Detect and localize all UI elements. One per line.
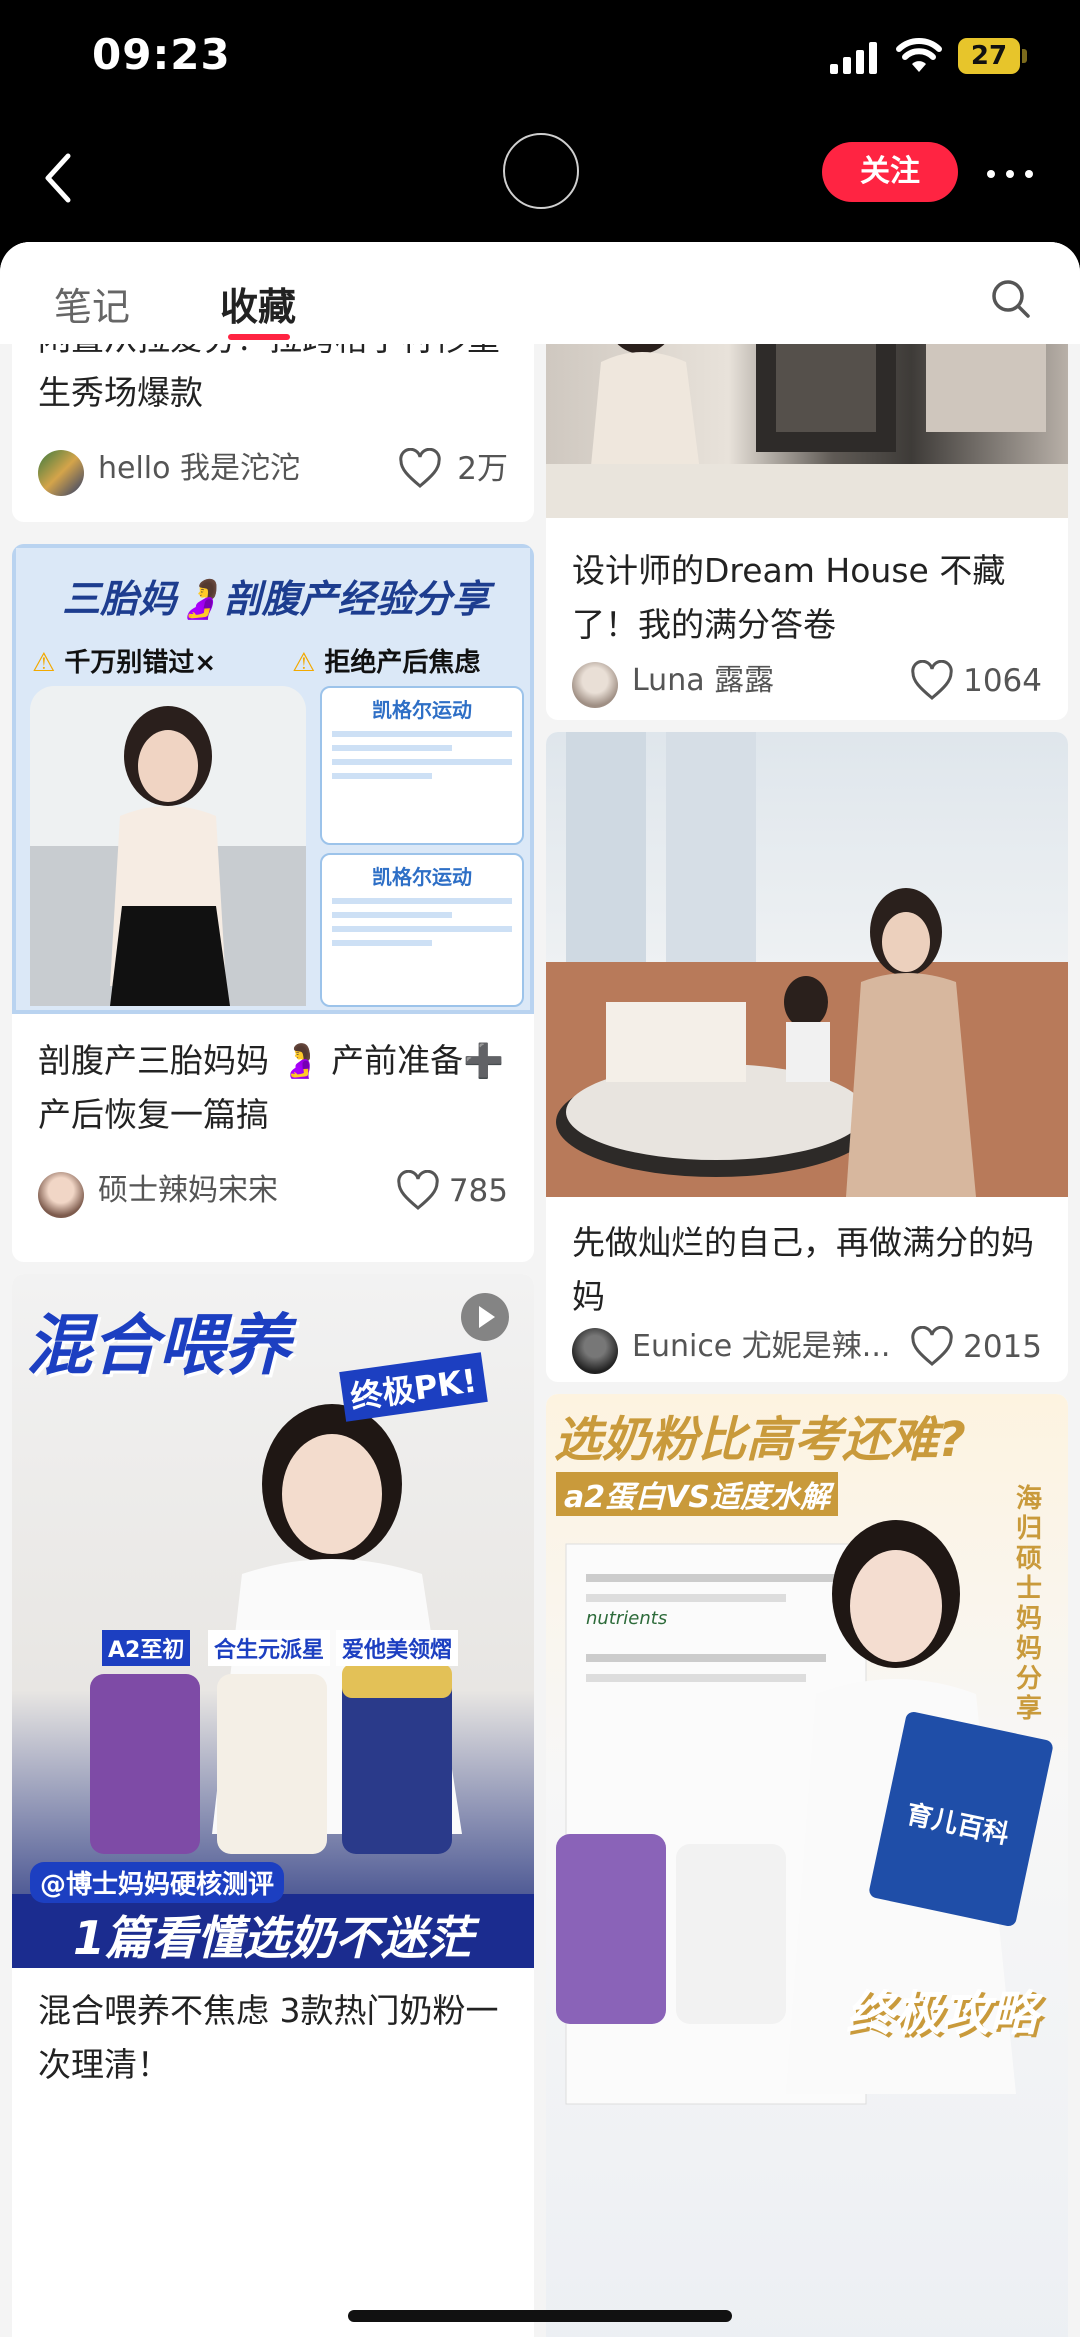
like-count: 2015	[963, 1329, 1042, 1365]
like-count: 2万	[457, 451, 508, 487]
battery-tip	[1022, 49, 1027, 63]
journal-name: nutrients	[586, 1608, 668, 1629]
image-side-text: 海归硕士妈妈分享	[1016, 1484, 1043, 1724]
image-tip-left: ⚠ 千万别错过×	[32, 648, 217, 678]
tab-bar: 笔记 收藏	[0, 242, 1080, 344]
author-name[interactable]: Eunice 尤妮是辣...	[632, 1324, 890, 1370]
author-avatar[interactable]	[572, 1328, 618, 1374]
image-byline: @博士妈妈硬核测评	[30, 1862, 285, 1903]
heart-icon[interactable]	[910, 1326, 954, 1368]
more-options-icon[interactable]	[985, 168, 1035, 180]
heart-icon[interactable]	[910, 660, 954, 702]
like-count: 785	[448, 1173, 508, 1209]
card-title: 设计师的Dream House 不藏了！我的满分答卷	[572, 551, 1006, 644]
mother-photo	[30, 686, 306, 1006]
wifi-icon	[896, 38, 942, 72]
guide-photo	[556, 1520, 1053, 2105]
status-bar: 09:23 27	[0, 0, 1080, 120]
image-headline: 混合喂养	[26, 1307, 290, 1384]
exercise-panel: 凯格尔运动	[320, 853, 524, 1007]
card-title: 混合喂养不焦虑 3款热门奶粉一次理清！	[38, 1991, 499, 2084]
top-nav: 关注	[0, 120, 1080, 240]
tab-favorites[interactable]: 收藏	[220, 276, 296, 331]
card-title: 剖腹产三胎妈妈 🤰 产前准备➕产后恢复一篇搞	[38, 1041, 505, 1134]
author-name[interactable]: 硕士辣妈宋宋	[98, 1168, 278, 1214]
tab-notes[interactable]: 笔记	[54, 276, 130, 331]
author-avatar[interactable]	[572, 662, 618, 708]
product-label: A2至初	[102, 1630, 191, 1666]
author-name[interactable]: hello 我是沱沱	[98, 446, 300, 492]
card-image: 混合喂养 终极PK! A2至初 合生元派星 爱他美领熠 @博士妈妈硬核测评 1篇…	[12, 1274, 534, 1968]
image-bottom-banner: 1篇看懂选奶不迷茫	[72, 1911, 473, 1965]
card-footer: 硕士辣妈宋宋 785	[38, 1164, 508, 1218]
follow-button[interactable]: 关注	[822, 142, 958, 202]
card-image: 三胎妈🤰剖腹产经验分享 ⚠ 千万别错过× ⚠ 拒绝产后焦虑 凯格尔运动 凯格尔运…	[12, 544, 534, 1014]
status-time: 09:23	[92, 30, 231, 79]
image-headline: 选奶粉比高考还难?	[554, 1412, 966, 1468]
card-footer: hello 我是沱沱 2万	[38, 442, 508, 496]
note-card[interactable]: 三胎妈🤰剖腹产经验分享 ⚠ 千万别错过× ⚠ 拒绝产后焦虑 凯格尔运动 凯格尔运…	[12, 544, 534, 1262]
like-count: 1064	[963, 663, 1042, 699]
profile-avatar[interactable]	[503, 133, 579, 209]
cellular-signal-icon	[830, 42, 877, 74]
card-footer: Luna 露露 1064	[572, 654, 1042, 708]
heart-icon[interactable]	[396, 1170, 440, 1212]
note-card[interactable]: 混合喂养 终极PK! A2至初 合生元派星 爱他美领熠 @博士妈妈硬核测评 1篇…	[12, 1274, 534, 2337]
tab-active-indicator	[228, 334, 290, 340]
heart-icon[interactable]	[398, 448, 442, 490]
card-image	[546, 732, 1068, 1197]
note-card[interactable]: 选奶粉比高考还难? a2蛋白VS适度水解 海归硕士妈妈分享 nutrients …	[546, 1394, 1068, 2337]
home-indicator[interactable]	[348, 2310, 732, 2322]
image-bottom-banner: 终极攻略	[846, 1986, 1039, 2042]
author-avatar[interactable]	[38, 450, 84, 496]
author-avatar[interactable]	[38, 1172, 84, 1218]
content-sheet: 笔记 收藏 闲置从拉爱穷！拉跨格子衬衫重生秀场爆款 hello 我是沱沱 2万	[0, 242, 1080, 2337]
image-tip-right: ⚠ 拒绝产后焦虑	[292, 648, 481, 678]
author-name[interactable]: Luna 露露	[632, 658, 774, 704]
card-footer: Eunice 尤妮是辣... 2015	[572, 1320, 1042, 1374]
note-card[interactable]: 先做灿烂的自己，再做满分的妈妈 Eunice 尤妮是辣... 2015	[546, 732, 1068, 1382]
battery-icon: 27	[958, 38, 1020, 74]
video-play-icon[interactable]	[460, 1292, 510, 1342]
product-label: 爱他美领熠	[336, 1630, 459, 1666]
card-title: 先做灿烂的自己，再做满分的妈妈	[572, 1223, 1034, 1316]
tea-photo	[546, 732, 1068, 1197]
card-image: 选奶粉比高考还难? a2蛋白VS适度水解 海归硕士妈妈分享 nutrients …	[546, 1394, 1068, 2337]
product-label: 合生元派星	[208, 1630, 331, 1666]
exercise-panel: 凯格尔运动	[320, 686, 524, 845]
image-headline: 三胎妈🤰剖腹产经验分享	[62, 577, 490, 621]
image-subhead: a2蛋白VS适度水解	[556, 1472, 838, 1516]
back-arrow-icon[interactable]	[40, 148, 80, 208]
search-icon[interactable]	[990, 278, 1032, 320]
